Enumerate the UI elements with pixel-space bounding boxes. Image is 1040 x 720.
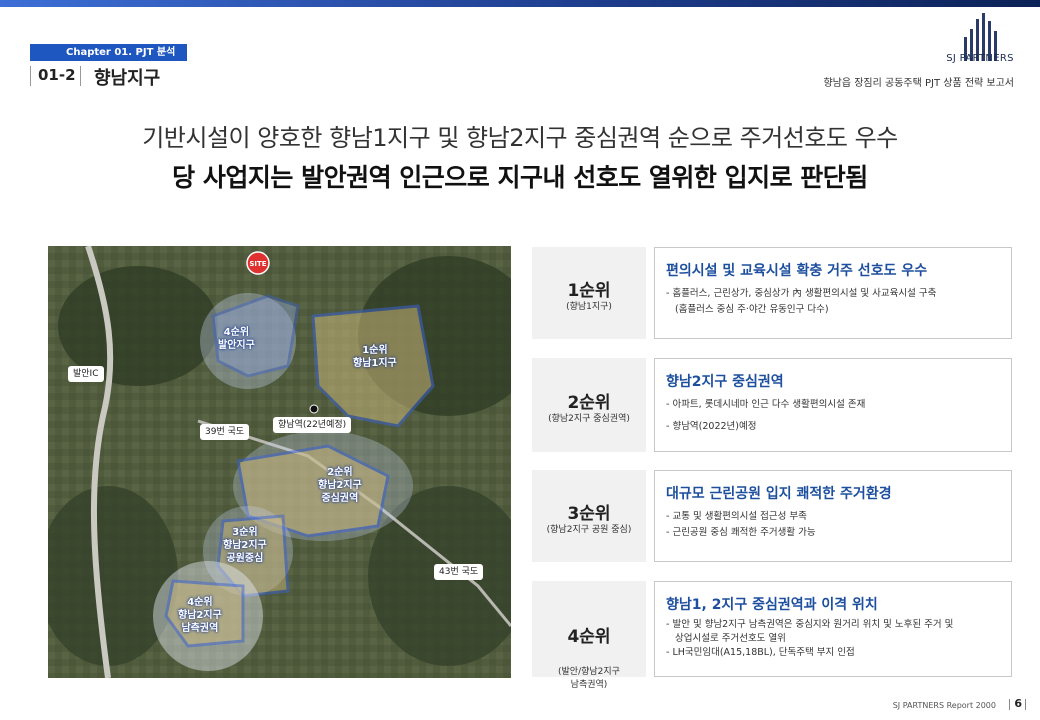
top-accent-bar xyxy=(0,0,1040,7)
rank-3-area: (향남2지구 공원 중심) xyxy=(546,525,632,535)
headline-line-2: 당 사업지는 발안권역 인근으로 지구내 선호도 열위한 입지로 판단됨 xyxy=(172,163,868,192)
footer-report: SJ PARTNERS Report 2000 xyxy=(892,701,996,710)
rank-1-line-2: (홈플러스 중심 주·야간 유동인구 다수) xyxy=(675,304,829,315)
rank-1-line-1: - 홈플러스, 근린상가, 중심상가 內 생활편의시설 및 사교육시설 구축 xyxy=(666,288,937,299)
map-label-rank2: 2순위 향남2지구 중심권역 xyxy=(318,467,362,504)
tag-road-43: 43번 국도 xyxy=(434,564,484,580)
map-label-rank3: 3순위 향남2지구 공원중심 xyxy=(223,527,267,564)
rank-3-box: 3순위 (향남2지구 공원 중심) xyxy=(532,470,646,562)
report-title: 향남읍 장짐리 공동주택 PJT 상품 전략 보고서 xyxy=(823,78,1014,89)
footer-divider-left xyxy=(1009,699,1010,710)
rank-4-area: (발안/향남2지구 남측권역) xyxy=(558,667,620,690)
section-number: 01-2 xyxy=(38,66,76,84)
map-label-rank4-balan: 4순위 발안지구 xyxy=(218,327,255,351)
rank-2-line-2: - 향남역(2022년)예정 xyxy=(666,421,757,432)
tag-hyangnam-station: 향남역(22년예정) xyxy=(273,417,352,433)
rank-2-box: 2순위 (향남2지구 중심권역) xyxy=(532,358,646,452)
page-number: 6 xyxy=(1014,697,1022,710)
footer-divider-right xyxy=(1025,699,1026,710)
rank-1-area: (향남1지구) xyxy=(566,302,612,312)
rank-3-description: 대규모 근린공원 입지 쾌적한 주거환경 - 교통 및 생활편의시설 접근성 부… xyxy=(654,470,1012,562)
rank-1-title: 편의시설 및 교육시설 확충 거주 선호도 우수 xyxy=(666,263,928,279)
section-divider-left xyxy=(30,66,31,86)
rank-1-description: 편의시설 및 교육시설 확충 거주 선호도 우수 - 홈플러스, 근린상가, 중… xyxy=(654,247,1012,339)
rank-2-area: (향남2지구 중심권역) xyxy=(548,414,630,424)
satellite-map-image: SITE xyxy=(48,246,511,678)
rank-1-label: 1순위 xyxy=(567,281,611,301)
rank-4-box: 4순위 (발안/향남2지구 남측권역) xyxy=(532,581,646,690)
rank-3-line-2: - 근린공원 중심 쾌적한 주거생활 가능 xyxy=(666,527,816,538)
rank-4-description: 향남1, 2지구 중심권역과 이격 위치 - 발안 및 향남2지구 남측권역은 … xyxy=(654,581,1012,677)
rank-3-label: 3순위 xyxy=(567,504,611,524)
logo-text: SJ PARTNERS xyxy=(946,53,1014,64)
headline-line-1: 기반시설이 양호한 향남1지구 및 향남2지구 중심권역 순으로 주거선호도 우… xyxy=(142,124,898,152)
rank-1-box: 1순위 (향남1지구) xyxy=(532,247,646,339)
rank-2-description: 향남2지구 중심권역 - 아파트, 롯데시네마 인근 다수 생활편의시설 존재 … xyxy=(654,358,1012,452)
map-label-rank4-south: 4순위 향남2지구 남측권역 xyxy=(178,597,222,634)
rank-3-line-1: - 교통 및 생활편의시설 접근성 부족 xyxy=(666,511,807,522)
rank-4-line-1: - 발안 및 향남2지구 남측권역은 중심지와 원거리 위치 및 노후된 주거 … xyxy=(666,619,954,630)
map-label-rank1: 1순위 향남1지구 xyxy=(353,345,397,369)
rank-2-title: 향남2지구 중심권역 xyxy=(666,374,784,390)
rank-3-title: 대규모 근린공원 입지 쾌적한 주거환경 xyxy=(666,486,892,502)
rank-4-line-3: - LH국민임대(A15,18BL), 단독주택 부지 인접 xyxy=(666,647,855,658)
section-title: 향남지구 xyxy=(94,68,161,89)
tag-road-39: 39번 국도 xyxy=(200,424,250,440)
tag-balan-ic: 발안IC xyxy=(68,366,104,382)
rank-4-title: 향남1, 2지구 중심권역과 이격 위치 xyxy=(666,597,878,613)
district-map: SITE 4순위 발안지구 1순위 향남1지구 2순위 향남2지구 중심권역 3순위 향남… xyxy=(48,246,511,678)
section-divider xyxy=(80,66,81,86)
chapter-label: Chapter 01. PJT 분석 xyxy=(30,44,187,61)
rank-4-label: 4순위 xyxy=(567,627,611,647)
rank-4-line-2: 상업시설로 주거선호도 열위 xyxy=(675,633,786,644)
rank-2-label: 2순위 xyxy=(567,393,611,413)
rank-2-line-1: - 아파트, 롯데시네마 인근 다수 생활편의시설 존재 xyxy=(666,399,866,410)
site-marker-text: SITE xyxy=(249,260,266,268)
